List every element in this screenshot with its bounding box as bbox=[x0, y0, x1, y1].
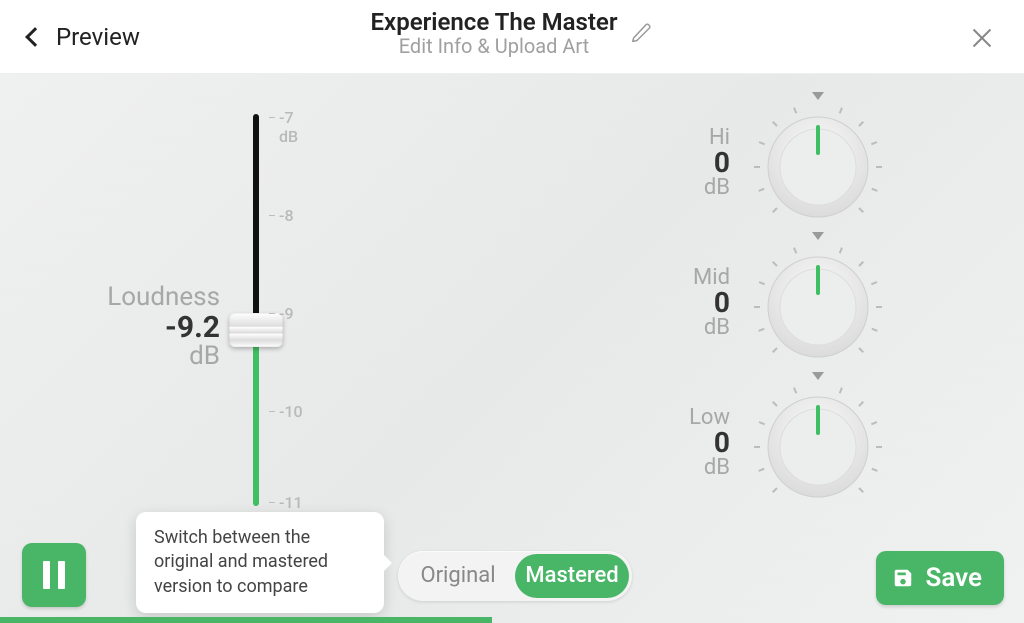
eq-mid-unit: dB bbox=[650, 315, 730, 340]
eq-row-hi: Hi 0 dB bbox=[618, 92, 898, 232]
eq-hi-unit: dB bbox=[650, 175, 730, 200]
slider-track-upper bbox=[253, 114, 259, 316]
save-label: Save bbox=[926, 563, 983, 593]
pencil-icon bbox=[631, 22, 653, 44]
title-edit-button[interactable]: Experience The Master Edit Info & Upload… bbox=[371, 8, 654, 58]
eq-row-mid: Mid 0 dB bbox=[618, 232, 898, 372]
eq-low-knob[interactable] bbox=[738, 372, 898, 512]
back-label: Preview bbox=[56, 23, 140, 51]
toggle-original[interactable]: Original bbox=[401, 554, 515, 598]
eq-low-unit: dB bbox=[650, 455, 730, 480]
eq-panel: Hi 0 dB bbox=[618, 92, 898, 512]
playback-progress[interactable] bbox=[0, 617, 492, 623]
slider-handle[interactable] bbox=[229, 313, 283, 347]
loudness-label: Loudness bbox=[70, 282, 220, 312]
header: Preview Experience The Master Edit Info … bbox=[0, 0, 1024, 74]
close-button[interactable] bbox=[970, 26, 994, 50]
back-button[interactable]: Preview bbox=[0, 23, 140, 51]
page-title: Experience The Master bbox=[371, 8, 618, 36]
loudness-readout: Loudness -9.2 dB bbox=[70, 282, 220, 371]
chevron-left-icon bbox=[25, 27, 45, 47]
eq-row-low: Low 0 dB bbox=[618, 372, 898, 512]
loudness-unit: dB bbox=[70, 341, 220, 371]
pause-button[interactable] bbox=[22, 543, 86, 607]
page-subtitle: Edit Info & Upload Art bbox=[371, 34, 618, 58]
eq-hi-knob[interactable] bbox=[738, 92, 898, 232]
pause-icon bbox=[43, 561, 65, 589]
save-button[interactable]: Save bbox=[876, 551, 1005, 605]
loudness-slider[interactable]: -7dB -8 -9 -10 -11 bbox=[235, 114, 315, 509]
loudness-value: -9.2 bbox=[70, 310, 220, 345]
tooltip: Switch between the original and mastered… bbox=[136, 512, 384, 613]
tooltip-text: Switch between the original and mastered… bbox=[154, 527, 328, 597]
eq-mid-knob[interactable] bbox=[738, 232, 898, 372]
compare-toggle[interactable]: Original Mastered bbox=[398, 551, 632, 601]
toggle-mastered[interactable]: Mastered bbox=[515, 554, 629, 598]
slider-track-lower bbox=[253, 344, 259, 506]
bottom-bar: Switch between the original and mastered… bbox=[0, 533, 1024, 623]
workspace: Loudness -9.2 dB -7dB -8 -9 -10 -11 Hi 0… bbox=[0, 74, 1024, 623]
save-icon bbox=[892, 567, 914, 589]
